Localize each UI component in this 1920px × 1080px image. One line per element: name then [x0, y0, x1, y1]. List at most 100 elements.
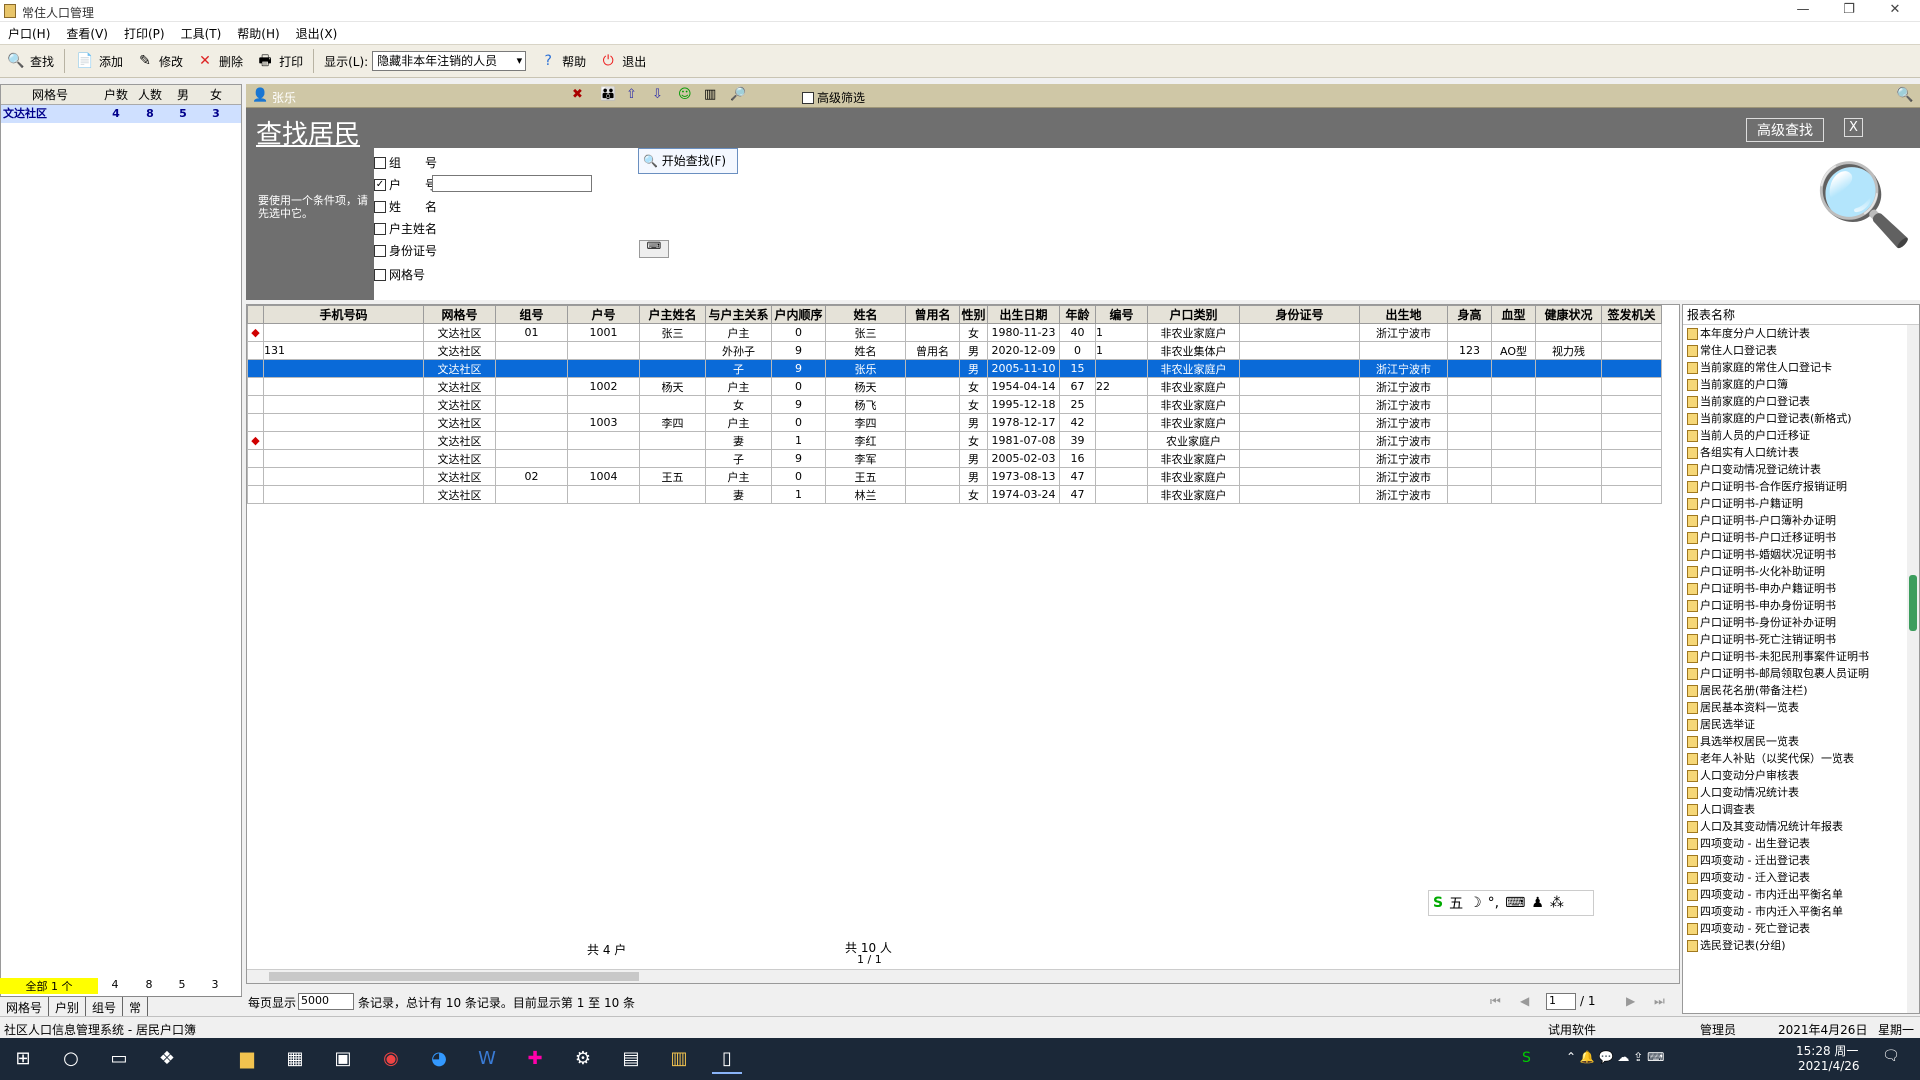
- head-name-checkbox[interactable]: 户主姓名: [374, 220, 437, 237]
- report-item[interactable]: 四项变动 - 迁入登记表: [1683, 869, 1919, 886]
- report-item[interactable]: 居民选举证: [1683, 716, 1919, 733]
- tab-group[interactable]: 组号: [86, 997, 124, 1018]
- search-icon[interactable]: 🔍: [1896, 87, 1913, 103]
- help-button[interactable]: ? 帮助: [532, 46, 592, 76]
- edit-button[interactable]: ✎ 修改: [129, 46, 189, 76]
- report-item[interactable]: 四项变动 - 迁出登记表: [1683, 852, 1919, 869]
- vm-icon[interactable]: ▤: [616, 1044, 646, 1074]
- display-select[interactable]: 隐藏非本年注销的人员: [372, 51, 527, 71]
- per-page-input[interactable]: 5000: [298, 993, 354, 1010]
- menu-hukou[interactable]: 户口(H): [0, 22, 58, 42]
- table-row[interactable]: 文达社区女 9 杨飞女 1995-12-18 25 非农业家庭户 浙江宁波市: [247, 395, 1662, 414]
- column-header[interactable]: 出生地: [1359, 305, 1448, 324]
- scroll-thumb[interactable]: [269, 972, 639, 981]
- app-icon[interactable]: ❖: [152, 1044, 182, 1074]
- last-page-icon[interactable]: ⏭: [1654, 994, 1665, 1009]
- archive-icon[interactable]: ▥: [664, 1044, 694, 1074]
- report-item[interactable]: 老年人补贴（以奖代保）一览表: [1683, 750, 1919, 767]
- id-number-checkbox[interactable]: 身份证号: [374, 242, 437, 259]
- word-icon[interactable]: W: [472, 1044, 502, 1074]
- household-input[interactable]: [432, 175, 592, 192]
- report-item[interactable]: 当前家庭的户口登记表(新格式): [1683, 410, 1919, 427]
- document-app-icon[interactable]: ▯: [712, 1044, 742, 1074]
- column-header[interactable]: 编号: [1095, 305, 1148, 324]
- report-item[interactable]: 户口变动情况登记统计表: [1683, 461, 1919, 478]
- report-item[interactable]: 人口变动分户审核表: [1683, 767, 1919, 784]
- x-record-icon[interactable]: ✖: [572, 87, 583, 102]
- menu-tools[interactable]: 工具(T): [173, 22, 230, 42]
- report-item[interactable]: 居民基本资料一览表: [1683, 699, 1919, 716]
- next-page-icon[interactable]: ▶: [1626, 994, 1635, 1008]
- delete-button[interactable]: ✕ 删除: [189, 46, 249, 76]
- report-item[interactable]: 户口证明书-婚姻状况证明书: [1683, 546, 1919, 563]
- report-item[interactable]: 四项变动 - 死亡登记表: [1683, 920, 1919, 937]
- column-header[interactable]: 户内顺序: [771, 305, 826, 324]
- report-item[interactable]: 具选举权居民一览表: [1683, 733, 1919, 750]
- table-row[interactable]: 文达社区 1003 李四 户主 0 李四男 1978-12-17 42 非农业家庭户 浙江宁波市: [247, 413, 1662, 432]
- report-item[interactable]: 户口证明书-邮局领取包裹人员证明: [1683, 665, 1919, 682]
- report-item[interactable]: 人口变动情况统计表: [1683, 784, 1919, 801]
- report-item[interactable]: 户口证明书-合作医疗报销证明: [1683, 478, 1919, 495]
- report-item[interactable]: 人口调查表: [1683, 801, 1919, 818]
- minimize-button[interactable]: —: [1780, 0, 1826, 22]
- menu-exit[interactable]: 退出(X): [288, 22, 346, 42]
- advanced-search-button[interactable]: 高级查找: [1746, 118, 1824, 142]
- report-item[interactable]: 户口证明书-未犯民刑事案件证明书: [1683, 648, 1919, 665]
- find-button[interactable]: 🔍 查找: [0, 46, 60, 76]
- close-search-button[interactable]: X: [1844, 118, 1863, 137]
- horizontal-scrollbar[interactable]: [247, 969, 1679, 983]
- ime-bar[interactable]: S 五 ☽ °, ⌨ ♟ ⁂: [1428, 890, 1594, 916]
- move-up-icon[interactable]: ⇧: [626, 87, 637, 102]
- cortana-icon[interactable]: ○: [56, 1044, 86, 1074]
- close-window-button[interactable]: ✕: [1872, 0, 1918, 22]
- report-item[interactable]: 选民登记表(分组): [1683, 937, 1919, 954]
- report-item[interactable]: 户口证明书-户口簿补办证明: [1683, 512, 1919, 529]
- task-view-icon[interactable]: ▭: [104, 1044, 134, 1074]
- report-item[interactable]: 户口证明书-火化补助证明: [1683, 563, 1919, 580]
- group-checkbox[interactable]: 组 号: [374, 154, 437, 171]
- settings-icon[interactable]: ⚙: [568, 1044, 598, 1074]
- table-row[interactable]: 文达社区 子 9 张乐 男 2005-11-10 15 非农业家庭户 浙江宁波市: [247, 359, 1662, 378]
- report-item[interactable]: 常住人口登记表: [1683, 342, 1919, 359]
- menu-print[interactable]: 打印(P): [116, 22, 173, 42]
- report-item[interactable]: 四项变动 - 市内迁出平衡名单: [1683, 886, 1919, 903]
- report-item[interactable]: 四项变动 - 市内迁入平衡名单: [1683, 903, 1919, 920]
- report-item[interactable]: 当前家庭的户口登记表: [1683, 393, 1919, 410]
- smiley-icon[interactable]: ☺: [678, 87, 692, 102]
- exit-button[interactable]: ⏻ 退出: [592, 46, 652, 76]
- column-header[interactable]: 签发机关: [1601, 305, 1662, 324]
- clock-time[interactable]: 15:28 周一: [1796, 1042, 1858, 1059]
- report-item[interactable]: 户口证明书-身份证补办证明: [1683, 614, 1919, 631]
- column-header[interactable]: 出生日期: [987, 305, 1060, 324]
- column-header[interactable]: 户主姓名: [639, 305, 706, 324]
- move-down-icon[interactable]: ⇩: [652, 87, 663, 102]
- menu-view[interactable]: 查看(V): [58, 22, 116, 42]
- table-row[interactable]: 131 文达社区 外孙子 9 姓名 曾用名男 2020-12-09 0 1 非农业集体户 123 AO…: [247, 341, 1662, 360]
- report-item[interactable]: 四项变动 - 出生登记表: [1683, 835, 1919, 852]
- column-header[interactable]: 户号: [567, 305, 640, 324]
- column-header[interactable]: 组号: [495, 305, 568, 324]
- column-header[interactable]: 身高: [1447, 305, 1492, 324]
- clock-date[interactable]: 2021/4/26: [1798, 1059, 1860, 1073]
- column-header[interactable]: 健康状况: [1535, 305, 1602, 324]
- report-item[interactable]: 人口及其变动情况统计年报表: [1683, 818, 1919, 835]
- chrome-icon[interactable]: ◉: [376, 1044, 406, 1074]
- column-header[interactable]: 网格号: [423, 305, 496, 324]
- page-input[interactable]: 1: [1546, 993, 1576, 1010]
- column-header[interactable]: 身份证号: [1239, 305, 1360, 324]
- preview-icon[interactable]: 🔎: [730, 87, 746, 102]
- table-row[interactable]: 文达社区 02 1004 王五 户主 0 王五男 1973-08-13 47 非农业家庭户 浙江宁波…: [247, 467, 1662, 486]
- column-header[interactable]: 年龄: [1059, 305, 1096, 324]
- family-icon[interactable]: 👪: [600, 87, 616, 102]
- report-item[interactable]: 户口证明书-户口迁移证明书: [1683, 529, 1919, 546]
- menu-help[interactable]: 帮助(H): [229, 22, 287, 42]
- report-item[interactable]: 户口证明书-户籍证明: [1683, 495, 1919, 512]
- browser-icon[interactable]: ◕: [424, 1044, 454, 1074]
- sogou-tray-icon[interactable]: S: [1522, 1050, 1531, 1066]
- column-header[interactable]: 性别: [959, 305, 988, 324]
- vertical-scrollbar[interactable]: [1907, 325, 1919, 1013]
- column-header[interactable]: 血型: [1491, 305, 1536, 324]
- report-item[interactable]: 本年度分户人口统计表: [1683, 325, 1919, 342]
- calculator-icon[interactable]: ▦: [280, 1044, 310, 1074]
- design-app-icon[interactable]: ✚: [520, 1044, 550, 1074]
